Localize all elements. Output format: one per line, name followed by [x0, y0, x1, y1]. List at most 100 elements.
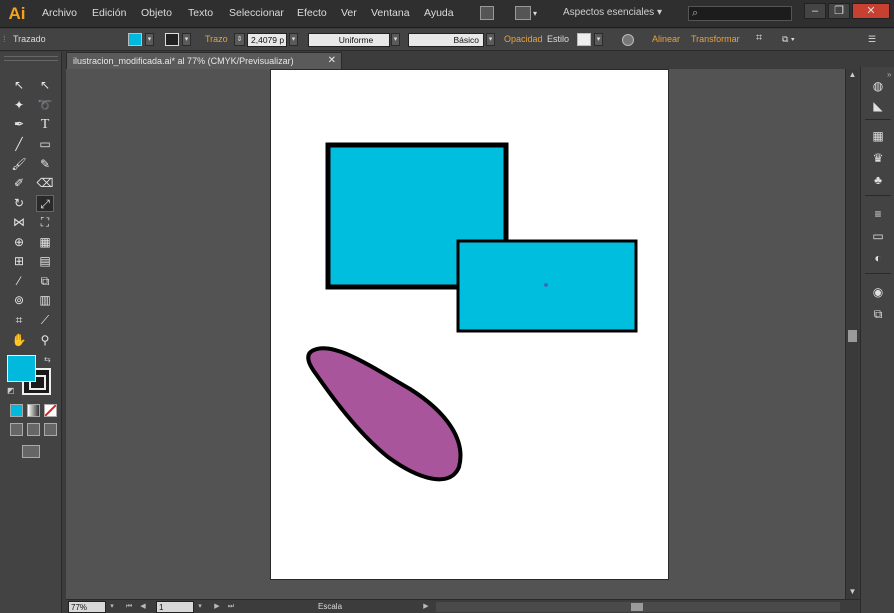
first-artboard-icon[interactable]: ⏮: [124, 601, 134, 612]
type-tool-icon[interactable]: T: [36, 116, 54, 133]
fill-dropdown[interactable]: ▾: [145, 33, 154, 46]
close-tab-icon[interactable]: ✕: [328, 53, 336, 69]
slice-tool-icon[interactable]: ⟋: [36, 312, 54, 329]
variable-width-profile[interactable]: Uniforme: [308, 33, 390, 47]
fill-color-indicator[interactable]: [7, 355, 36, 382]
hand-tool-icon[interactable]: ✋: [10, 332, 28, 349]
stroke-color-swatch[interactable]: [165, 33, 179, 46]
scroll-down-icon[interactable]: ▼: [847, 587, 858, 597]
stroke-panel-icon[interactable]: ≡: [870, 207, 886, 221]
stroke-dropdown[interactable]: ▾: [182, 33, 191, 46]
document-tab[interactable]: ilustracion_modificada.ai* al 77% (CMYK/…: [66, 52, 342, 69]
close-button[interactable]: ✕: [852, 3, 890, 19]
canvas-area[interactable]: [66, 69, 845, 599]
swap-fill-stroke-icon[interactable]: ⇆: [44, 355, 51, 364]
style-dropdown[interactable]: ▾: [594, 33, 603, 46]
line-tool-icon[interactable]: ╱: [10, 136, 28, 153]
draw-normal-icon[interactable]: [10, 423, 23, 436]
stroke-weight-dropdown[interactable]: ▾: [289, 33, 298, 46]
direct-selection-tool-icon[interactable]: ↖: [36, 77, 54, 94]
zoom-field[interactable]: 77%: [68, 601, 106, 613]
free-transform-tool-icon[interactable]: ⛶: [36, 214, 54, 231]
menu-ventana[interactable]: Ventana: [371, 7, 410, 19]
artboard-number-field[interactable]: 1: [156, 601, 194, 613]
brush-dropdown[interactable]: ▾: [486, 33, 495, 46]
panel-menu-icon[interactable]: ☰: [868, 34, 876, 45]
shape-builder-tool-icon[interactable]: ⊕: [10, 234, 28, 251]
pen-tool-icon[interactable]: ✒: [10, 116, 28, 133]
blob-brush-tool-icon[interactable]: ✐: [10, 175, 28, 192]
graphic-style-swatch[interactable]: [577, 33, 591, 46]
eraser-tool-icon[interactable]: ⌫: [36, 175, 54, 192]
artboard-dropdown-icon[interactable]: ▾: [195, 601, 205, 612]
swatches-panel-icon[interactable]: ▦: [870, 129, 886, 143]
menu-edicion[interactable]: Edición: [92, 7, 126, 19]
mesh-tool-icon[interactable]: ⊞: [10, 253, 28, 270]
align-label[interactable]: Alinear: [652, 34, 680, 44]
scale-tool-icon[interactable]: ⤢: [36, 195, 54, 212]
collapse-panels-icon[interactable]: »: [887, 70, 891, 79]
rotate-tool-icon[interactable]: ↻: [10, 195, 28, 212]
rectangle-tool-icon[interactable]: ▭: [36, 136, 54, 153]
default-colors-icon[interactable]: ◩: [7, 386, 15, 395]
menu-texto[interactable]: Texto: [188, 7, 213, 19]
eyedropper-tool-icon[interactable]: ⁄: [10, 273, 28, 290]
horizontal-scrollbar[interactable]: [436, 602, 840, 612]
blend-tool-icon[interactable]: ⧉: [36, 273, 54, 290]
menu-objeto[interactable]: Objeto: [141, 7, 172, 19]
menu-ayuda[interactable]: Ayuda: [424, 7, 454, 19]
scroll-up-icon[interactable]: ▲: [847, 70, 858, 80]
stroke-weight-field[interactable]: 2,4079 p: [247, 33, 287, 47]
none-mode-icon[interactable]: [44, 404, 57, 417]
tools-panel-header[interactable]: [4, 56, 58, 61]
restore-button[interactable]: ❐: [828, 3, 850, 19]
paintbrush-tool-icon[interactable]: 🖌: [10, 156, 28, 173]
chevron-down-icon[interactable]: ▾: [533, 9, 537, 18]
bridge-icon[interactable]: [480, 6, 494, 20]
magic-wand-tool-icon[interactable]: ✦: [10, 97, 28, 114]
next-artboard-icon[interactable]: ▶: [212, 601, 222, 612]
selection-tool-icon[interactable]: ↖: [10, 77, 28, 94]
recolor-artwork-icon[interactable]: [622, 34, 634, 46]
gradient-panel-icon[interactable]: ▭: [870, 229, 886, 243]
lasso-tool-icon[interactable]: ➰: [36, 97, 54, 114]
stroke-weight-stepper[interactable]: ⇕: [234, 33, 245, 46]
isolate-object-icon[interactable]: ⌗: [756, 32, 762, 45]
transparency-panel-icon[interactable]: ◐: [870, 251, 886, 265]
column-graph-tool-icon[interactable]: ▥: [36, 292, 54, 309]
draw-inside-icon[interactable]: [44, 423, 57, 436]
purple-blob-shape[interactable]: [306, 346, 463, 482]
vertical-scrollbar[interactable]: ▲ ▼: [845, 69, 858, 599]
stroke-label[interactable]: Trazo: [205, 34, 228, 44]
arrange-icon[interactable]: ⧉ ▾: [782, 34, 795, 45]
perspective-grid-tool-icon[interactable]: ▦: [36, 234, 54, 251]
artboard-tool-icon[interactable]: ⌗: [10, 312, 28, 329]
color-mode-icon[interactable]: [10, 404, 23, 417]
width-tool-icon[interactable]: ⋈: [10, 214, 28, 231]
symbol-sprayer-tool-icon[interactable]: ⊚: [10, 292, 28, 309]
menu-seleccionar[interactable]: Seleccionar: [229, 7, 284, 19]
screen-mode-icon[interactable]: [22, 445, 40, 458]
gradient-mode-icon[interactable]: [27, 404, 40, 417]
menu-archivo[interactable]: Archivo: [42, 7, 77, 19]
opacity-label[interactable]: Opacidad: [504, 34, 543, 44]
zoom-tool-icon[interactable]: ⚲: [36, 332, 54, 349]
arrange-documents-icon[interactable]: [515, 6, 531, 20]
brushes-panel-icon[interactable]: ♛: [870, 151, 886, 165]
horizontal-scroll-thumb[interactable]: [631, 603, 643, 611]
vertical-scroll-thumb[interactable]: [848, 330, 857, 342]
fill-color-swatch[interactable]: [128, 33, 142, 46]
zoom-dropdown-icon[interactable]: ▾: [107, 601, 117, 612]
search-input[interactable]: ⌕: [688, 6, 792, 21]
pencil-tool-icon[interactable]: ✎: [36, 156, 54, 173]
profile-dropdown[interactable]: ▾: [391, 33, 400, 46]
menu-efecto[interactable]: Efecto: [297, 7, 327, 19]
brush-definition[interactable]: Básico: [408, 33, 484, 47]
transform-label[interactable]: Transformar: [691, 34, 740, 44]
symbols-panel-icon[interactable]: ♣: [870, 173, 886, 187]
menu-ver[interactable]: Ver: [341, 7, 357, 19]
appearance-panel-icon[interactable]: ◉: [870, 285, 886, 299]
draw-behind-icon[interactable]: [27, 423, 40, 436]
gradient-tool-icon[interactable]: ▤: [36, 253, 54, 270]
previous-artboard-icon[interactable]: ◀: [138, 601, 148, 612]
